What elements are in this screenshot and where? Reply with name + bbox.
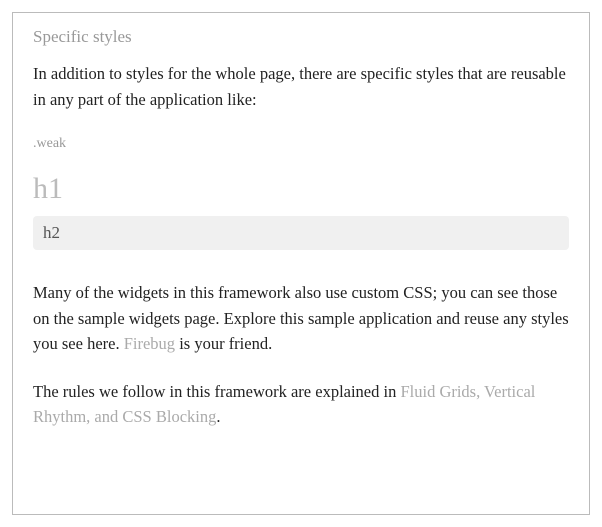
section-title: Specific styles	[33, 27, 569, 47]
rules-text-before: The rules we follow in this framework ar…	[33, 382, 400, 401]
firebug-link[interactable]: Firebug	[124, 334, 175, 353]
h1-example: h1	[33, 172, 569, 206]
rules-text-after: .	[216, 407, 220, 426]
content-panel: Specific styles In addition to styles fo…	[12, 12, 590, 515]
widgets-text-after: is your friend.	[175, 334, 272, 353]
weak-class-label: .weak	[33, 136, 569, 152]
rules-paragraph: The rules we follow in this framework ar…	[33, 379, 569, 430]
intro-paragraph: In addition to styles for the whole page…	[33, 61, 569, 112]
h2-example-bar: h2	[33, 216, 569, 250]
widgets-paragraph: Many of the widgets in this framework al…	[33, 280, 569, 357]
widgets-text-before: Many of the widgets in this framework al…	[33, 283, 569, 353]
